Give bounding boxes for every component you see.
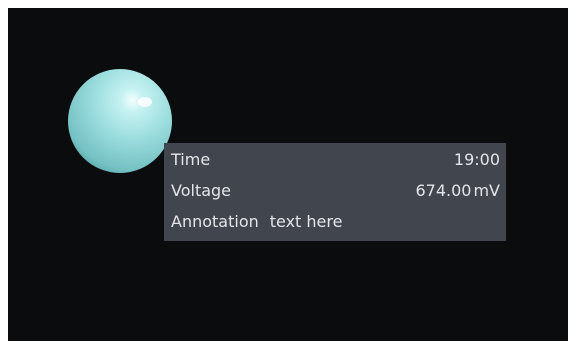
time-value: 19:00 [453, 150, 500, 169]
voltage-value: 674.00 [415, 181, 472, 200]
voltage-unit: mV [473, 181, 500, 200]
annotation-text: text here [269, 212, 343, 231]
tooltip-row-voltage: Voltage 674.00 mV [171, 179, 500, 203]
data-tooltip: Time 19:00 Voltage 674.00 mV Annotation t… [164, 143, 506, 241]
voltage-label: Voltage [171, 181, 232, 200]
tooltip-row-annotation: Annotation text here [171, 210, 500, 234]
time-label: Time [171, 150, 211, 169]
annotation-label: Annotation [171, 212, 259, 231]
tooltip-row-time: Time 19:00 [171, 148, 500, 172]
sphere-marker-icon[interactable] [67, 68, 173, 174]
voltage-reading: 674.00 mV [415, 179, 500, 203]
3d-viewport[interactable]: Time 19:00 Voltage 674.00 mV Annotation t… [8, 8, 568, 341]
